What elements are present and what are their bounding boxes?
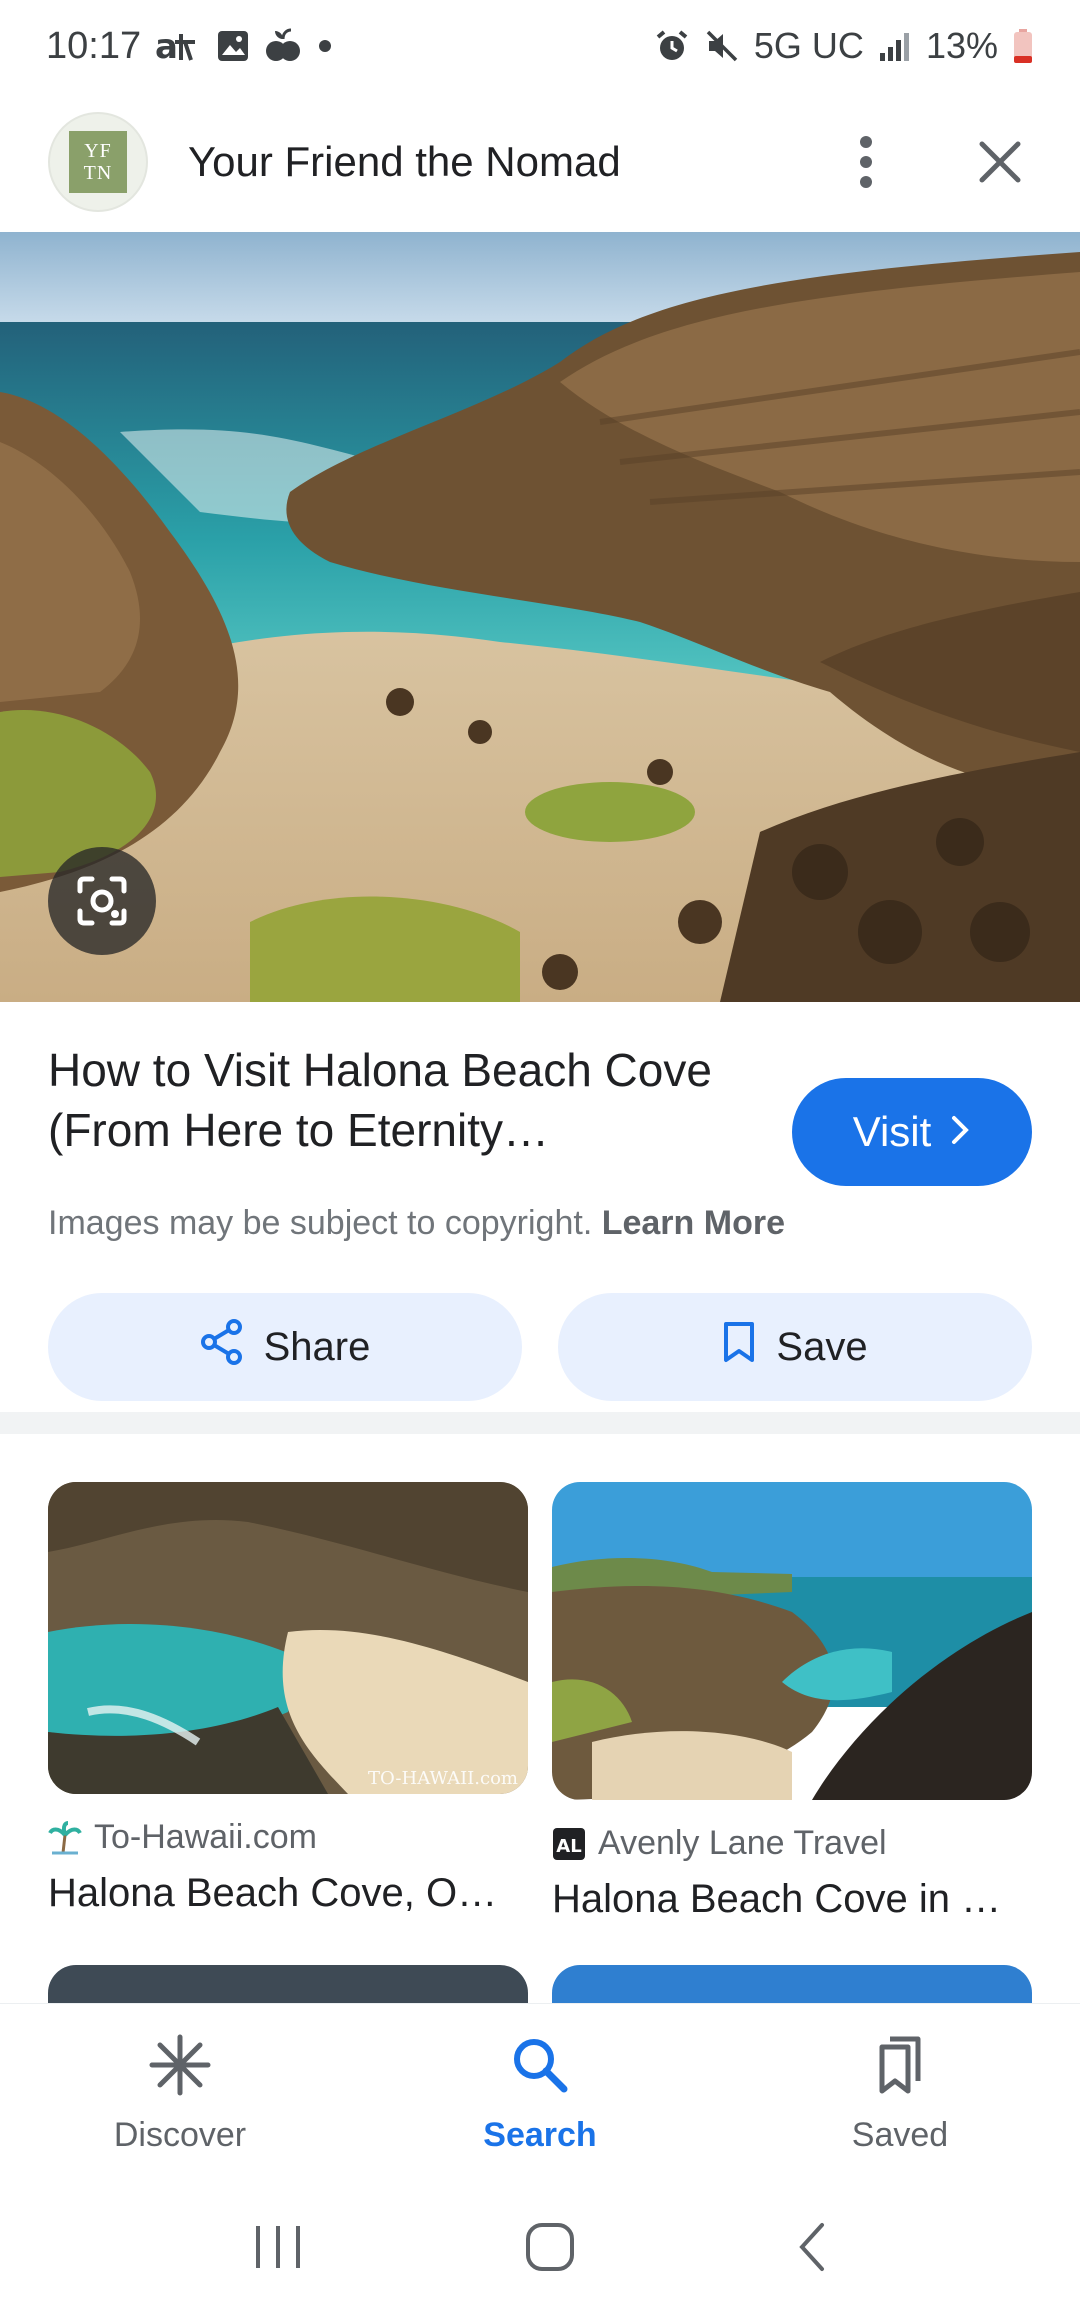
status-bar: 10:17 a 5G UC 13% (0, 0, 1080, 92)
related-thumbnail-partial[interactable] (48, 1965, 528, 2005)
status-time: 10:17 (46, 24, 142, 67)
related-grid: TO-HAWAII.com To-Hawaii.com Halona Beach… (48, 1482, 1032, 1922)
save-button[interactable]: Save (558, 1293, 1032, 1401)
site-logo[interactable]: YF TN (48, 112, 148, 212)
svg-text:a: a (155, 27, 178, 66)
mute-icon (704, 28, 740, 64)
battery-icon (1012, 28, 1034, 64)
nav-saved-label: Saved (851, 2115, 949, 2154)
fruit-app-icon (265, 27, 301, 65)
home-icon[interactable] (523, 2220, 577, 2279)
avenly-favicon: AL (552, 1827, 586, 1861)
svg-text:AL: AL (556, 1836, 581, 1857)
nav-discover[interactable]: Discover (0, 2004, 360, 2183)
visit-button[interactable]: Visit (792, 1078, 1032, 1186)
signal-icon (878, 31, 912, 61)
bottom-navigation: Discover Search Saved (0, 2003, 1080, 2183)
back-icon[interactable] (792, 2220, 832, 2279)
network-type: 5G UC (753, 25, 864, 66)
chevron-right-icon (949, 1108, 971, 1156)
related-thumbnail-partial[interactable] (552, 1965, 1032, 2005)
close-icon[interactable] (968, 130, 1032, 194)
result-title[interactable]: How to Visit Halona Beach Cove (From Her… (48, 1040, 748, 1160)
recents-icon[interactable] (248, 2222, 308, 2277)
copyright-notice: Images may be subject to copyright. Lear… (48, 1204, 1032, 1243)
nav-search[interactable]: Search (360, 2004, 720, 2183)
related-source: Avenly Lane Travel (598, 1824, 887, 1862)
site-logo-text: YF TN (69, 131, 127, 193)
hero-image[interactable] (0, 232, 1080, 1002)
alarm-icon (654, 28, 690, 64)
thumbnail-watermark: TO-HAWAII.com (368, 1768, 518, 1789)
related-title: Halona Beach Cove, O… (48, 1871, 498, 1915)
share-label: Share (263, 1324, 371, 1369)
system-navigation (0, 2183, 1080, 2316)
more-vert-icon[interactable] (834, 130, 898, 194)
nav-saved[interactable]: Saved (720, 2004, 1080, 2183)
dot-icon (315, 36, 335, 56)
related-thumbnail[interactable] (552, 1482, 1032, 1800)
result-info: How to Visit Halona Beach Cove (From Her… (0, 1002, 1080, 1401)
palm-tree-icon (48, 1820, 82, 1855)
save-label: Save (776, 1324, 868, 1369)
asterisk-icon (148, 2033, 212, 2106)
related-title: Halona Beach Cove in … (552, 1877, 1002, 1921)
nav-discover-label: Discover (113, 2115, 247, 2154)
nav-search-label: Search (483, 2115, 597, 2154)
share-icon (200, 1319, 244, 1375)
copyright-text: Images may be subject to copyright. (48, 1204, 593, 1242)
bookmark-icon (722, 1320, 756, 1374)
next-row-thumbnails (48, 1965, 1032, 2005)
google-lens-icon[interactable] (48, 847, 156, 955)
related-card[interactable]: TO-HAWAII.com To-Hawaii.com Halona Beach… (48, 1482, 528, 1922)
accessibility-icon: a (155, 26, 201, 66)
related-thumbnail[interactable]: TO-HAWAII.com (48, 1482, 528, 1794)
source-header: YF TN Your Friend the Nomad (0, 92, 1080, 232)
related-source: To-Hawaii.com (94, 1818, 317, 1856)
site-name[interactable]: Your Friend the Nomad (188, 138, 621, 186)
related-card[interactable]: AL Avenly Lane Travel Halona Beach Cove … (552, 1482, 1032, 1922)
gallery-icon (215, 28, 251, 64)
learn-more-link[interactable]: Learn More (602, 1204, 785, 1242)
battery-percent: 13% (925, 25, 998, 66)
section-divider (0, 1412, 1080, 1434)
search-icon (508, 2033, 572, 2106)
visit-label: Visit (852, 1108, 932, 1155)
collections-icon (868, 2033, 932, 2106)
share-button[interactable]: Share (48, 1293, 522, 1401)
